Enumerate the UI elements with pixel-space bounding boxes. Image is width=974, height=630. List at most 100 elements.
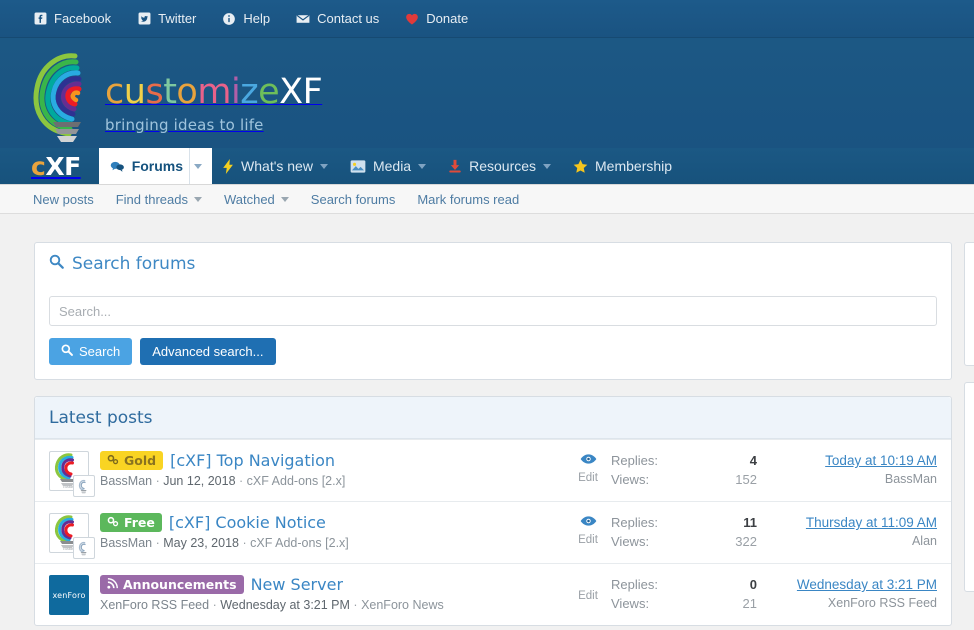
nav-item-resources[interactable]: Resources [437, 148, 562, 184]
post-meta: XenForo RSS Feed · Wednesday at 3:21 PM … [100, 598, 565, 612]
logo-wordmark: customizeXF [105, 72, 322, 112]
download-icon [448, 159, 462, 173]
edit-link[interactable]: Edit [578, 472, 598, 484]
last-post-user[interactable]: BassMan [757, 470, 937, 488]
subnav-item-watched[interactable]: Watched [224, 192, 289, 207]
post-stats: Replies: 0 Views: 21 [611, 574, 757, 613]
views-label: Views: [611, 594, 649, 613]
nav-logo-xf: XF [45, 152, 80, 181]
site-header: customizeXF bringing ideas to life [0, 38, 974, 148]
post-date: Jun 12, 2018 [163, 474, 235, 488]
post-title-line: Free [cXF] Cookie Notice [100, 513, 565, 532]
search-icon [61, 344, 73, 359]
topbar-link-label: Facebook [54, 11, 111, 26]
subnav-item-label: Search forums [311, 192, 396, 207]
post-date: Wednesday at 3:21 PM [220, 598, 350, 612]
post-meta: BassMan · Jun 12, 2018 · cXF Add-ons [2.… [100, 474, 565, 488]
post-author[interactable]: BassMan [100, 474, 152, 488]
post-author[interactable]: BassMan [100, 536, 152, 550]
subnav-item-label: Mark forums read [417, 192, 519, 207]
nav-item-forums[interactable]: Forums [99, 148, 189, 184]
post-last-activity: Wednesday at 3:21 PM XenForo RSS Feed [757, 574, 937, 612]
views-line: Views: 21 [611, 594, 757, 613]
post-content: Announcements New Server XenForo RSS Fee… [100, 574, 565, 612]
eye-icon[interactable] [580, 452, 597, 470]
replies-label: Replies: [611, 513, 658, 532]
post-last-activity: Today at 10:19 AM BassMan [757, 450, 937, 488]
last-post-time[interactable]: Today at 10:19 AM [757, 451, 937, 470]
views-value: 322 [735, 532, 757, 551]
avatar-overlay-icon [73, 537, 95, 559]
star-icon [573, 159, 588, 174]
nav-item-membership[interactable]: Membership [562, 148, 683, 184]
image-icon [350, 160, 366, 173]
post-forum[interactable]: cXF Add-ons [2.x] [247, 474, 346, 488]
topbar-link-help[interactable]: Help [222, 11, 270, 26]
post-moderation: Edit [565, 512, 611, 546]
post-moderation: Edit [565, 450, 611, 484]
search-forums-block: Search forums Search Advanced search... [34, 242, 952, 380]
post-author[interactable]: XenForo RSS Feed [100, 598, 209, 612]
subnav-item-find-threads[interactable]: Find threads [116, 192, 202, 207]
post-title-line: Gold [cXF] Top Navigation [100, 451, 565, 470]
views-line: Views: 152 [611, 470, 757, 489]
eye-icon[interactable] [580, 514, 597, 532]
post-forum[interactable]: XenForo News [361, 598, 444, 612]
nav-forums-dropdown-toggle[interactable] [189, 148, 212, 184]
chevron-down-icon [281, 197, 289, 202]
table-row[interactable]: customizeXF [35, 439, 951, 501]
subnav-item-label: Watched [224, 192, 275, 207]
post-title-link[interactable]: [cXF] Cookie Notice [169, 513, 326, 532]
search-forums-body: Search Advanced search... [35, 284, 951, 379]
lightbulb-logo-icon [31, 46, 103, 146]
topbar-link-contact-us[interactable]: Contact us [296, 11, 379, 26]
status-badge-label: Gold [124, 453, 156, 468]
facebook-icon [33, 12, 47, 26]
replies-value: 11 [743, 513, 757, 532]
topbar-link-facebook[interactable]: Facebook [33, 11, 111, 26]
views-value: 152 [735, 470, 757, 489]
avatar[interactable]: customizeXF [49, 451, 89, 491]
nav-home-logo[interactable]: cXF [31, 148, 99, 184]
status-badge: Gold [100, 451, 163, 470]
status-badge: Announcements [100, 575, 244, 594]
site-logo[interactable]: customizeXF bringing ideas to life [31, 42, 322, 146]
search-button[interactable]: Search [49, 338, 132, 365]
chevron-down-icon [320, 164, 328, 169]
search-forums-title: Search forums [72, 254, 195, 274]
advanced-search-button-label: Advanced search... [152, 344, 263, 359]
last-post-time[interactable]: Thursday at 11:09 AM [757, 513, 937, 532]
post-stats: Replies: 11 Views: 322 [611, 512, 757, 551]
latest-posts-header: Latest posts [35, 397, 951, 439]
last-post-time[interactable]: Wednesday at 3:21 PM [757, 575, 937, 594]
search-input[interactable] [49, 296, 937, 326]
subnav-item-new-posts[interactable]: New posts [33, 192, 94, 207]
last-post-user[interactable]: XenForo RSS Feed [757, 594, 937, 612]
topbar-link-donate[interactable]: Donate [405, 11, 468, 26]
nav-item-whats-new[interactable]: What's new [212, 148, 339, 184]
logo-letter: e [258, 72, 279, 112]
replies-line: Replies: 11 [611, 513, 757, 532]
last-post-user[interactable]: Alan [757, 532, 937, 550]
nav-item-media[interactable]: Media [339, 148, 437, 184]
avatar[interactable]: customizeXF [49, 513, 89, 553]
table-row[interactable]: customizeXF [35, 501, 951, 563]
topbar-link-twitter[interactable]: Twitter [137, 11, 196, 26]
logo-text-block: customizeXF bringing ideas to life [105, 75, 322, 134]
sub-navigation: New posts Find threads Watched Search fo… [0, 185, 974, 214]
post-stats: Replies: 4 Views: 152 [611, 450, 757, 489]
post-title-link[interactable]: [cXF] Top Navigation [170, 451, 335, 470]
twitter-icon [137, 12, 151, 26]
avatar[interactable]: xenForo [49, 575, 89, 615]
advanced-search-button[interactable]: Advanced search... [140, 338, 275, 365]
edit-link[interactable]: Edit [578, 534, 598, 546]
post-meta: BassMan · May 23, 2018 · cXF Add-ons [2.… [100, 536, 565, 550]
post-moderation: Edit [565, 574, 611, 602]
subnav-item-mark-forums-read[interactable]: Mark forums read [417, 192, 519, 207]
table-row[interactable]: xenForo Announcements New Server XenFo [35, 563, 951, 625]
subnav-item-search-forums[interactable]: Search forums [311, 192, 396, 207]
edit-link[interactable]: Edit [578, 590, 598, 602]
topbar-link-label: Twitter [158, 11, 196, 26]
post-title-link[interactable]: New Server [251, 575, 343, 594]
post-forum[interactable]: cXF Add-ons [2.x] [250, 536, 349, 550]
